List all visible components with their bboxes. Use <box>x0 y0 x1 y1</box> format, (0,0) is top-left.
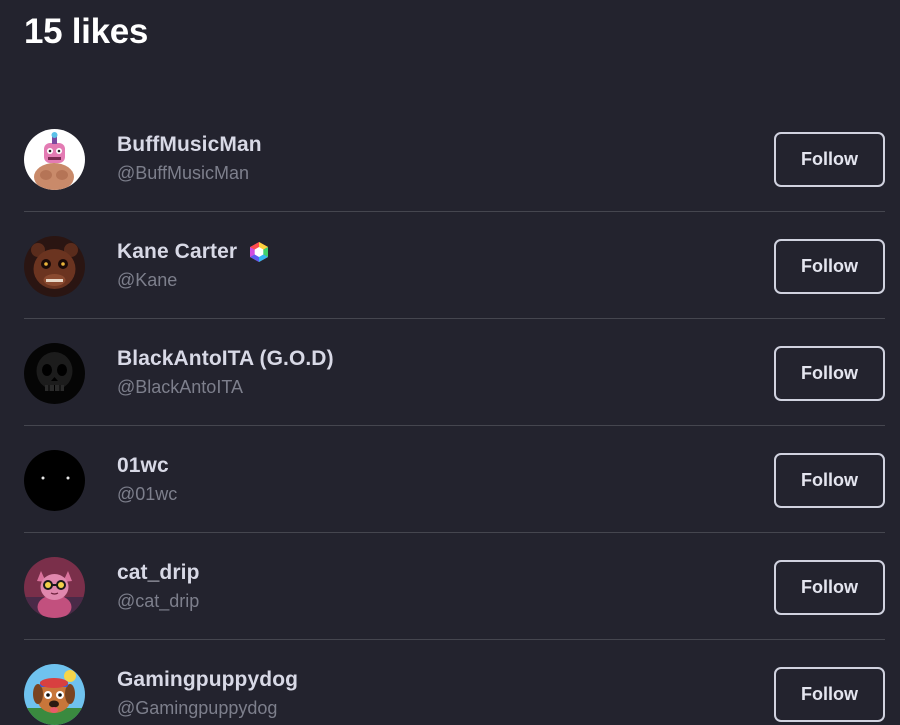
follow-button[interactable]: Follow <box>774 132 885 187</box>
user-name[interactable]: Gamingpuppydog <box>117 668 298 692</box>
user-name[interactable]: 01wc <box>117 454 169 478</box>
follow-button[interactable]: Follow <box>774 453 885 508</box>
follow-button[interactable]: Follow <box>774 667 885 722</box>
list-item-gamingpuppydog: Gamingpuppydog @Gamingpuppydog Follow <box>0 640 900 725</box>
list-item-blackantoita: BlackAntoITA (G.O.D) @BlackAntoITA Follo… <box>0 319 900 426</box>
user-handle[interactable]: @01wc <box>117 484 177 505</box>
user-handle[interactable]: @BlackAntoITA <box>117 377 243 398</box>
cartoon-puppy-avatar[interactable] <box>24 664 85 725</box>
likes-dialog: 15 likes BuffMusicMan @BuffMusicMan Foll… <box>0 0 900 725</box>
list-item-kane-carter: Kane Carter @Kane Follow <box>0 212 900 319</box>
follow-button[interactable]: Follow <box>774 560 885 615</box>
follow-button[interactable]: Follow <box>774 239 885 294</box>
list-item-01wc: 01wc @01wc Follow <box>0 426 900 533</box>
dark-skull-avatar[interactable] <box>24 343 85 404</box>
user-name[interactable]: cat_drip <box>117 561 200 585</box>
user-name[interactable]: BuffMusicMan <box>117 133 262 157</box>
black-eyes-avatar[interactable] <box>24 450 85 511</box>
cat-with-sunglasses-avatar[interactable] <box>24 557 85 618</box>
pink-robot-muscle-avatar[interactable] <box>24 129 85 190</box>
follow-button[interactable]: Follow <box>774 346 885 401</box>
brown-animatronic-bear-avatar[interactable] <box>24 236 85 297</box>
rainbow-hexagon-badge-icon <box>248 241 270 263</box>
user-handle[interactable]: @Gamingpuppydog <box>117 698 277 719</box>
list-item-cat-drip: cat_drip @cat_drip Follow <box>0 533 900 640</box>
list-item-buffmusicman: BuffMusicMan @BuffMusicMan Follow <box>0 105 900 212</box>
user-handle[interactable]: @Kane <box>117 270 177 291</box>
likes-list[interactable]: BuffMusicMan @BuffMusicMan Follow Kane C… <box>0 105 900 725</box>
user-name[interactable]: BlackAntoITA (G.O.D) <box>117 347 334 371</box>
page-title: 15 likes <box>24 12 149 51</box>
user-name[interactable]: Kane Carter <box>117 240 237 264</box>
user-handle[interactable]: @cat_drip <box>117 591 199 612</box>
user-handle[interactable]: @BuffMusicMan <box>117 163 249 184</box>
